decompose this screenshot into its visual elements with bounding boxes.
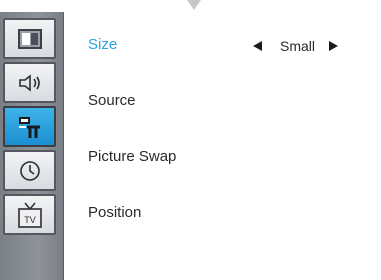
osd-sidebar: TV	[0, 12, 64, 280]
sidebar-item-setup[interactable]	[3, 106, 56, 147]
size-value-selector[interactable]: Small	[253, 38, 339, 54]
right-arrow-icon[interactable]	[329, 41, 339, 51]
menu-item-source[interactable]: Source	[88, 92, 136, 109]
sidebar-item-tv[interactable]: TV	[3, 194, 56, 235]
setup-icon	[16, 114, 44, 140]
sound-icon	[16, 72, 44, 94]
menu-item-size[interactable]: Size	[88, 36, 117, 53]
clock-icon	[17, 158, 43, 184]
svg-text:TV: TV	[24, 215, 36, 225]
menu-item-position[interactable]: Position	[88, 204, 141, 221]
sidebar-item-sound[interactable]	[3, 62, 56, 103]
sidebar-item-picture[interactable]	[3, 18, 56, 59]
tv-icon: TV	[16, 200, 44, 230]
sidebar-item-clock[interactable]	[3, 150, 56, 191]
scroll-up-arrow[interactable]	[187, 0, 201, 10]
picture-icon	[17, 28, 43, 50]
menu-item-picture-swap[interactable]: Picture Swap	[88, 148, 176, 165]
size-value: Small	[280, 38, 316, 54]
osd-menu: Size Small Source Picture Swap Position	[70, 12, 381, 280]
left-arrow-icon[interactable]	[253, 41, 262, 51]
